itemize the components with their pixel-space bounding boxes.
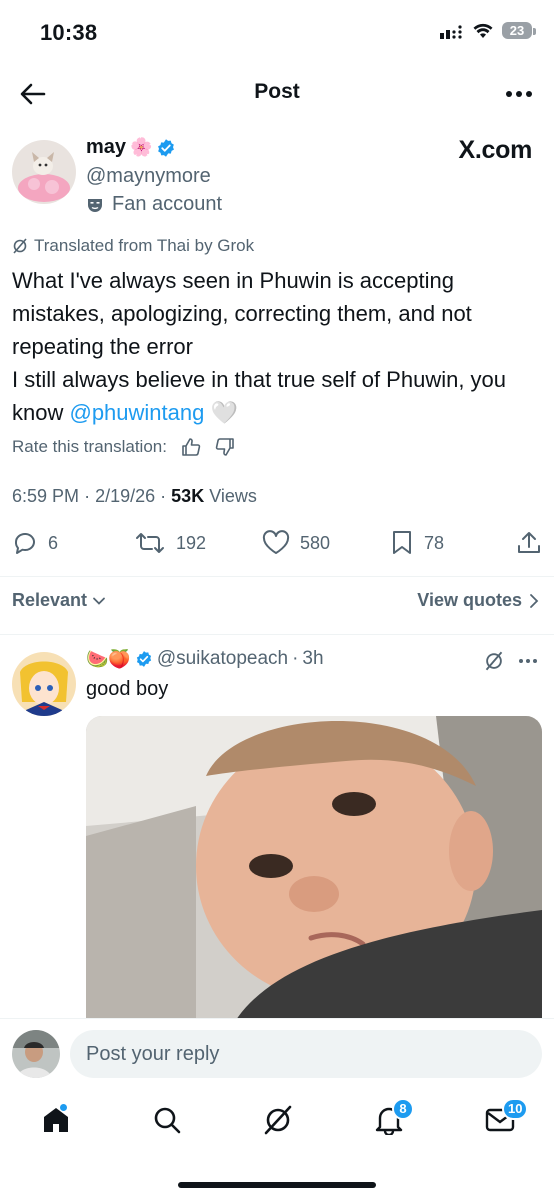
reply-author-emojis[interactable]: 🍉🍑 bbox=[86, 649, 131, 670]
verified-icon[interactable] bbox=[135, 650, 153, 668]
media-image bbox=[86, 716, 542, 1020]
meta-separator: · bbox=[160, 486, 167, 506]
rate-translation: Rate this translation: bbox=[12, 437, 235, 457]
signal-icon bbox=[440, 24, 462, 39]
more-options-button[interactable] bbox=[502, 80, 536, 108]
account-label[interactable]: Fan account bbox=[86, 193, 222, 216]
reply-author-avatar[interactable] bbox=[12, 652, 76, 716]
reply-more-button[interactable] bbox=[516, 654, 540, 673]
view-quotes-link[interactable]: View quotes bbox=[417, 590, 540, 611]
chevron-right-icon bbox=[530, 593, 539, 608]
bookmark-icon bbox=[393, 531, 411, 554]
wifi-icon bbox=[473, 23, 493, 38]
account-label-text: Fan account bbox=[112, 193, 223, 215]
views-count: 53K bbox=[171, 486, 205, 506]
relevant-dropdown[interactable]: Relevant bbox=[12, 590, 107, 611]
more-icon bbox=[506, 91, 532, 97]
author-avatar[interactable] bbox=[12, 140, 76, 204]
reply-media[interactable] bbox=[86, 716, 542, 1020]
home-unread-dot bbox=[60, 1104, 67, 1111]
reply-icon bbox=[14, 533, 35, 554]
current-user-avatar[interactable] bbox=[12, 1030, 60, 1078]
flower-emoji-icon: 🌸 bbox=[130, 137, 153, 157]
like-count: 580 bbox=[300, 532, 331, 553]
share-button[interactable] bbox=[516, 530, 542, 556]
tab-home[interactable] bbox=[34, 1100, 78, 1140]
status-time: 10:38 bbox=[40, 20, 98, 45]
reply-button[interactable]: 6 bbox=[12, 530, 58, 556]
divider bbox=[0, 634, 554, 635]
repost-icon bbox=[136, 533, 164, 553]
grok-icon bbox=[485, 651, 503, 671]
tweet-time[interactable]: 6:59 PM bbox=[12, 486, 79, 506]
views-label: Views bbox=[209, 486, 257, 506]
tab-search[interactable] bbox=[145, 1100, 189, 1140]
reply-header: 🍉🍑 @suikatopeach · 3h bbox=[86, 648, 324, 670]
tab-grok[interactable] bbox=[256, 1100, 300, 1140]
avatar-image bbox=[12, 140, 76, 204]
messages-badge: 10 bbox=[502, 1098, 529, 1120]
like-button[interactable]: 580 bbox=[262, 530, 330, 556]
reply-text: good boy bbox=[86, 678, 169, 700]
watermark-logo: X.com bbox=[458, 136, 532, 164]
reply-grok-button[interactable] bbox=[484, 651, 504, 676]
repost-button[interactable]: 192 bbox=[134, 530, 206, 556]
notifications-badge: 8 bbox=[392, 1098, 414, 1120]
thumbs-down-icon[interactable] bbox=[215, 437, 235, 457]
repost-count: 192 bbox=[176, 532, 207, 553]
reply-time[interactable]: 3h bbox=[302, 648, 323, 670]
replies-sort-bar: Relevant View quotes bbox=[12, 590, 540, 611]
tab-notifications[interactable]: 8 bbox=[367, 1098, 414, 1140]
tweet-text-line: I still always believe in that true self… bbox=[12, 363, 542, 429]
fan-mask-icon bbox=[88, 198, 102, 212]
reply-count: 6 bbox=[48, 532, 59, 553]
search-icon bbox=[154, 1107, 181, 1134]
share-icon bbox=[518, 532, 540, 553]
status-indicators: 23 bbox=[440, 22, 536, 39]
meta-separator: · bbox=[84, 486, 91, 506]
reply-author-handle[interactable]: @suikatopeach bbox=[157, 648, 288, 670]
rate-translation-label: Rate this translation: bbox=[12, 437, 167, 456]
translation-note: Translated from Thai by Grok bbox=[12, 236, 254, 256]
view-quotes-label: View quotes bbox=[417, 590, 522, 610]
avatar-image bbox=[12, 1030, 60, 1078]
page-title: Post bbox=[254, 80, 300, 103]
action-bar: 6 192 580 78 bbox=[12, 530, 542, 560]
home-icon bbox=[44, 1108, 68, 1132]
like-icon bbox=[262, 530, 290, 554]
home-indicator bbox=[178, 1182, 376, 1188]
reply-input[interactable]: Post your reply bbox=[70, 1030, 542, 1078]
avatar-image bbox=[12, 652, 76, 716]
tweet-date[interactable]: 2/19/26 bbox=[95, 486, 155, 506]
bookmark-button[interactable]: 78 bbox=[390, 530, 444, 556]
tweet-body: What I've always seen in Phuwin is accep… bbox=[12, 264, 542, 429]
tab-messages[interactable]: 10 bbox=[478, 1098, 529, 1140]
reply-separator: · bbox=[292, 648, 299, 669]
chevron-down-icon bbox=[93, 597, 105, 605]
grok-icon bbox=[13, 238, 27, 254]
translation-note-text: Translated from Thai by Grok bbox=[34, 236, 255, 255]
verified-icon[interactable] bbox=[156, 138, 176, 158]
tweet-meta: 6:59 PM · 2/19/26 · 53K Views bbox=[12, 486, 257, 507]
relevant-label: Relevant bbox=[12, 590, 88, 610]
author-handle[interactable]: @maynymore bbox=[86, 165, 211, 188]
bookmark-count: 78 bbox=[424, 532, 445, 553]
thumbs-up-icon[interactable] bbox=[181, 437, 201, 457]
divider bbox=[0, 576, 554, 577]
battery-indicator: 23 bbox=[502, 22, 536, 39]
tweet-text-line: What I've always seen in Phuwin is accep… bbox=[12, 268, 472, 359]
mention-link[interactable]: @phuwintang bbox=[69, 400, 204, 425]
heart-emoji: 🤍 bbox=[210, 400, 238, 425]
more-icon bbox=[519, 659, 537, 663]
author-name-row[interactable]: may 🌸 bbox=[86, 136, 176, 159]
author-display-name[interactable]: may bbox=[86, 136, 126, 159]
grok-tab-icon bbox=[264, 1105, 292, 1135]
